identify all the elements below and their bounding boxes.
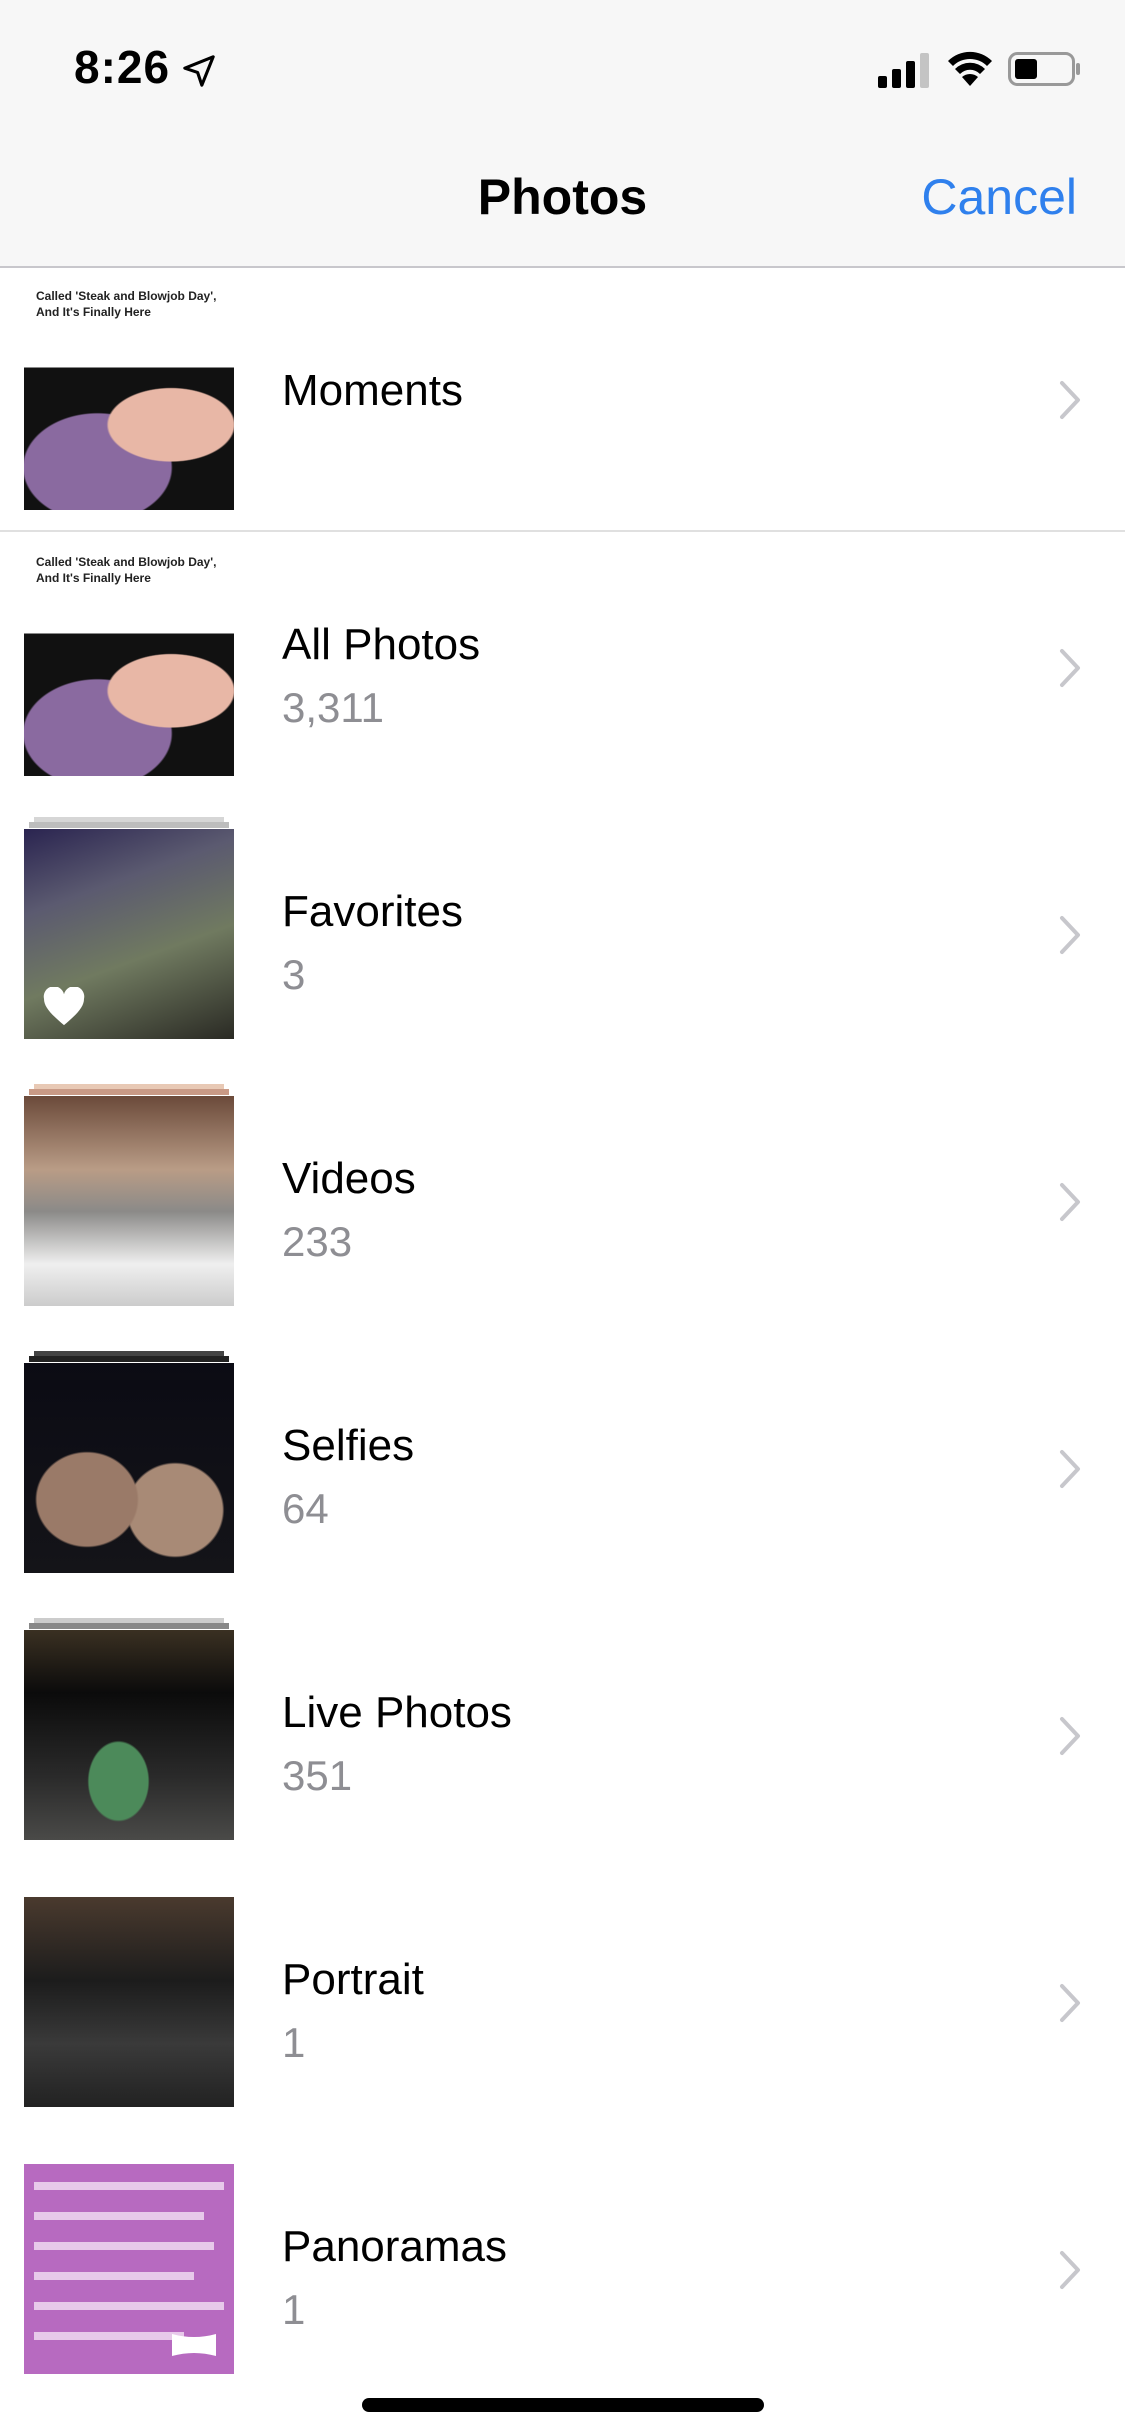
album-title: Videos xyxy=(282,1154,416,1203)
navigation-bar: Photos Cancel xyxy=(0,140,1125,268)
chevron-right-icon xyxy=(1060,1717,1080,1755)
album-thumbnail: Called 'Steak and Blowjob Day', And It's… xyxy=(24,280,234,514)
album-title: Favorites xyxy=(282,887,463,936)
album-count: 351 xyxy=(282,1752,353,1799)
location-arrow-icon xyxy=(183,55,215,87)
cellular-signal-icon xyxy=(878,53,929,88)
chevron-right-icon xyxy=(1060,2251,1080,2289)
battery-icon xyxy=(1008,52,1080,86)
list-item-videos[interactable]: Videos 233 xyxy=(0,1068,1125,1335)
cancel-button[interactable]: Cancel xyxy=(921,168,1077,226)
list-item-favorites[interactable]: Favorites 3 xyxy=(0,801,1125,1068)
chevron-right-icon xyxy=(1060,1984,1080,2022)
list-item-portrait[interactable]: Portrait 1 xyxy=(0,1869,1125,2136)
album-title: Moments xyxy=(282,366,463,415)
list-item-panoramas[interactable]: Panoramas 1 xyxy=(0,2136,1125,2403)
list-item-live-photos[interactable]: Live Photos 351 xyxy=(0,1602,1125,1869)
album-count: 233 xyxy=(282,1218,353,1265)
album-thumbnail: Called 'Steak and Blowjob Day', And It's… xyxy=(24,546,234,780)
album-title: Selfies xyxy=(282,1421,415,1470)
heart-icon xyxy=(43,987,85,1026)
album-count: 1 xyxy=(282,2286,306,2333)
album-thumbnail xyxy=(24,1084,234,1318)
album-title: Live Photos xyxy=(282,1688,512,1737)
chevron-right-icon xyxy=(1060,1450,1080,1488)
album-count: 64 xyxy=(282,1485,329,1532)
album-count: 1 xyxy=(282,2019,306,2066)
chevron-right-icon xyxy=(1060,1183,1080,1221)
list-item-moments[interactable]: Called 'Steak and Blowjob Day', And It's… xyxy=(0,268,1125,535)
chevron-right-icon xyxy=(1060,916,1080,954)
album-title: Portrait xyxy=(282,1955,424,2004)
status-bar: 8:26 xyxy=(0,0,1125,140)
album-thumbnail xyxy=(24,2152,234,2386)
album-thumbnail xyxy=(24,1885,234,2119)
list-item-selfies[interactable]: Selfies 64 xyxy=(0,1335,1125,1602)
album-title: All Photos xyxy=(282,620,481,669)
album-count: 3,311 xyxy=(282,684,384,731)
wifi-icon xyxy=(948,51,992,86)
album-thumbnail xyxy=(24,817,234,1051)
album-title: Panoramas xyxy=(282,2222,508,2271)
status-time: 8:26 xyxy=(74,41,171,93)
album-thumbnail xyxy=(24,1618,234,1852)
section-divider xyxy=(0,530,1125,532)
list-item-all-photos[interactable]: Called 'Steak and Blowjob Day', And It's… xyxy=(0,534,1125,801)
chevron-right-icon xyxy=(1060,649,1080,687)
chevron-right-icon xyxy=(1060,381,1080,419)
album-count: 3 xyxy=(282,951,306,998)
home-indicator[interactable] xyxy=(362,2398,764,2412)
album-thumbnail xyxy=(24,1351,234,1585)
panorama-icon xyxy=(172,2334,216,2356)
